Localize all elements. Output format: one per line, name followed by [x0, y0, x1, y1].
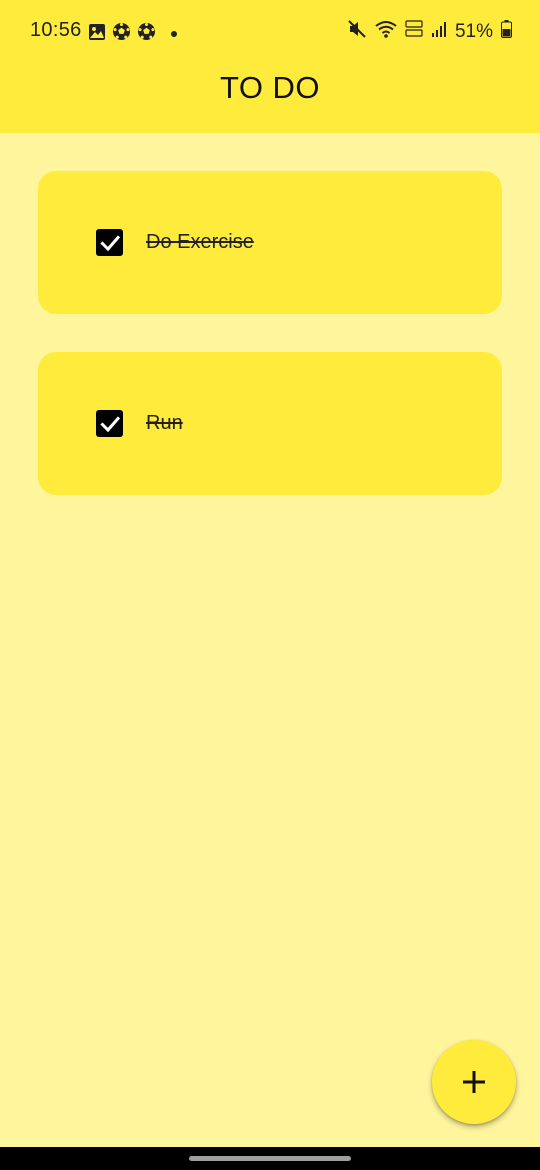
todo-label: Do Exercise — [146, 231, 254, 253]
todo-item[interactable]: Do Exercise — [38, 171, 502, 314]
checked-checkbox[interactable] — [96, 229, 123, 256]
checkmark-icon — [99, 234, 120, 251]
signal-icon — [431, 20, 447, 43]
soccer-ball-icon — [112, 22, 131, 46]
todo-label: Run — [146, 412, 183, 434]
wifi-icon — [375, 19, 397, 44]
status-system-icons: 51% — [347, 19, 512, 44]
checkmark-icon — [99, 415, 120, 432]
mute-icon — [347, 19, 367, 44]
battery-icon — [501, 20, 512, 43]
status-time: 10:56 — [30, 19, 82, 41]
todo-list: Do Exercise Run — [38, 171, 502, 533]
home-gesture-handle[interactable] — [189, 1156, 351, 1161]
plus-icon — [463, 1071, 485, 1093]
gallery-icon — [88, 23, 106, 46]
status-notification-icons — [88, 22, 178, 46]
battery-percent: 51% — [454, 20, 493, 42]
volte-icon — [405, 19, 423, 44]
soccer-ball-icon — [137, 22, 156, 46]
app-bar: 10:56 51% TO DO — [0, 0, 540, 133]
add-todo-button[interactable] — [432, 1040, 516, 1124]
notification-dot-icon — [170, 25, 178, 43]
system-navigation-bar — [0, 1147, 540, 1170]
todo-item[interactable]: Run — [38, 352, 502, 495]
page-title: TO DO — [219, 70, 321, 105]
checked-checkbox[interactable] — [96, 410, 123, 437]
status-bar: 10:56 51% — [0, 0, 540, 62]
